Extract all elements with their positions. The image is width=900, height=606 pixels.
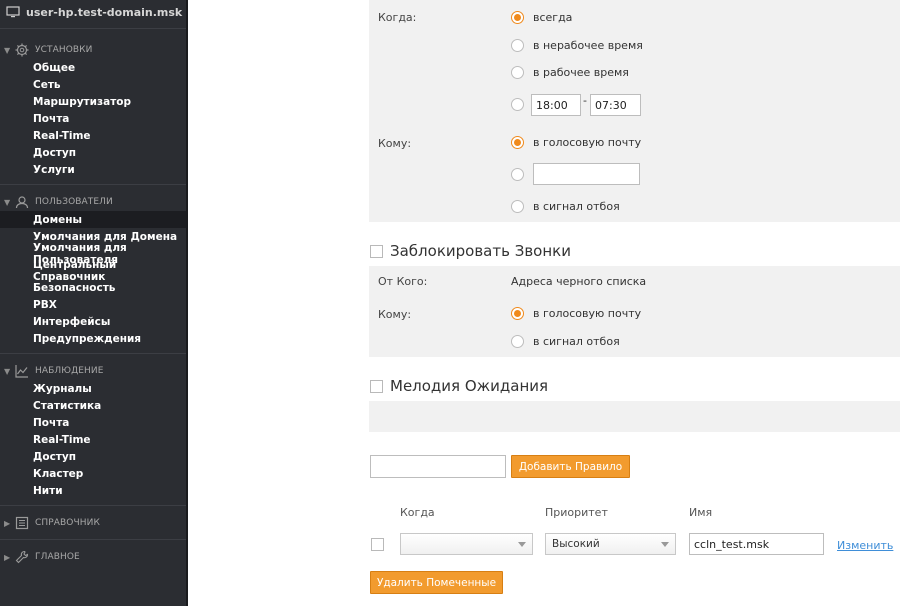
chart-icon <box>14 364 30 378</box>
new-rule-input[interactable] <box>370 455 506 478</box>
section-title: Главное <box>35 552 80 562</box>
when-custom-radio[interactable] <box>511 98 524 111</box>
row-priority-value: Высокий <box>552 538 600 550</box>
sidebar: user-hp.test-domain.msk ▼ Установки Обще… <box>0 0 186 606</box>
hold-music-title: Мелодия Ожидания <box>390 377 549 395</box>
section-main[interactable]: ▶ Главное <box>4 549 80 565</box>
sidebar-item-pbx[interactable]: PBX <box>0 296 186 313</box>
sidebar-item-realtime-monitor[interactable]: Real-Time <box>0 431 186 448</box>
host-header[interactable]: user-hp.test-domain.msk <box>6 2 182 22</box>
sidebar-item-mail-monitor[interactable]: Почта <box>0 414 186 431</box>
col-priority: Приоритет <box>545 506 608 519</box>
sidebar-item-access[interactable]: Доступ <box>0 144 186 161</box>
caret-right-icon: ▶ <box>4 552 11 562</box>
col-name: Имя <box>689 506 713 519</box>
to-busy-label: в сигнал отбоя <box>533 200 620 213</box>
row-edit-link[interactable]: Изменить <box>837 539 893 552</box>
sidebar-item-threads[interactable]: Нити <box>0 482 186 499</box>
row-select-checkbox[interactable] <box>371 538 384 551</box>
sidebar-item-realtime[interactable]: Real-Time <box>0 127 186 144</box>
block-from-value: Адреса черного списка <box>511 275 647 288</box>
hold-music-checkbox[interactable] <box>370 380 383 393</box>
block-calls-checkbox[interactable] <box>370 245 383 258</box>
to-voicemail-label: в голосовую почту <box>533 136 642 149</box>
to-voicemail-radio[interactable] <box>511 136 524 149</box>
time-from-input[interactable]: 18:00 <box>531 94 581 116</box>
col-when: Когда <box>400 506 435 519</box>
dropdown-arrow-icon <box>661 542 669 547</box>
section-title: Пользователи <box>35 197 113 207</box>
section-users[interactable]: ▼ Пользователи <box>4 194 113 210</box>
caret-down-icon: ▼ <box>4 45 11 55</box>
when-label: Когда: <box>378 11 417 24</box>
sidebar-item-statistics[interactable]: Статистика <box>0 397 186 414</box>
section-monitoring[interactable]: ▼ Наблюдение <box>4 363 104 379</box>
block-to-voicemail-label: в голосовую почту <box>533 307 642 320</box>
section-directory[interactable]: ▶ Справочник <box>4 515 100 531</box>
row-when-select[interactable] <box>400 533 533 555</box>
sidebar-item-central-directory[interactable]: Центральный Справочник <box>0 259 186 283</box>
time-to-input[interactable]: 07:30 <box>590 94 641 116</box>
block-to-voicemail-radio[interactable] <box>511 307 524 320</box>
caret-down-icon: ▼ <box>4 366 11 376</box>
block-to-busy-label: в сигнал отбоя <box>533 335 620 348</box>
sidebar-item-access-monitor[interactable]: Доступ <box>0 448 186 465</box>
when-always-label: всегда <box>533 11 573 24</box>
section-title: Справочник <box>35 518 100 528</box>
block-calls-title: Заблокировать Звонки <box>390 242 571 260</box>
when-offhours-label: в нерабочее время <box>533 39 643 52</box>
time-separator: - <box>583 94 587 107</box>
sidebar-item-cluster[interactable]: Кластер <box>0 465 186 482</box>
to-custom-radio[interactable] <box>511 168 524 181</box>
when-offhours-radio[interactable] <box>511 39 524 52</box>
directory-icon <box>14 516 30 530</box>
row-name-input[interactable]: ccln_test.msk <box>689 533 824 555</box>
sidebar-item-interfaces[interactable]: Интерфейсы <box>0 313 186 330</box>
sidebar-item-security[interactable]: Безопасность <box>0 279 186 296</box>
section-title: Установки <box>35 45 93 55</box>
when-workhours-radio[interactable] <box>511 66 524 79</box>
hold-panel <box>369 401 900 432</box>
add-rule-button[interactable]: Добавить Правило <box>511 455 630 478</box>
to-custom-input[interactable] <box>533 163 640 185</box>
caret-down-icon: ▼ <box>4 197 11 207</box>
row-priority-select[interactable]: Высокий <box>545 533 676 555</box>
to-busy-radio[interactable] <box>511 200 524 213</box>
sidebar-item-mail[interactable]: Почта <box>0 110 186 127</box>
to-label: Кому: <box>378 137 412 150</box>
block-to-label: Кому: <box>378 308 412 321</box>
sidebar-item-alerts[interactable]: Предупреждения <box>0 330 186 347</box>
block-from-label: От Кого: <box>378 275 428 288</box>
sidebar-item-general[interactable]: Общее <box>0 59 186 76</box>
dropdown-arrow-icon <box>518 542 526 547</box>
user-icon <box>14 195 30 209</box>
sidebar-item-router[interactable]: Маршрутизатор <box>0 93 186 110</box>
gear-icon <box>14 43 30 57</box>
section-title: Наблюдение <box>35 366 104 376</box>
section-settings[interactable]: ▼ Установки <box>4 42 92 58</box>
block-to-busy-radio[interactable] <box>511 335 524 348</box>
monitor-icon <box>6 6 20 18</box>
host-name: user-hp.test-domain.msk <box>26 5 183 19</box>
sidebar-item-services[interactable]: Услуги <box>0 161 186 178</box>
sidebar-item-network[interactable]: Сеть <box>0 76 186 93</box>
caret-right-icon: ▶ <box>4 518 11 528</box>
wrench-icon <box>14 550 30 564</box>
when-workhours-label: в рабочее время <box>533 66 629 79</box>
delete-selected-button[interactable]: Удалить Помеченные <box>370 571 503 594</box>
sidebar-item-logs[interactable]: Журналы <box>0 380 186 397</box>
sidebar-item-domains[interactable]: Домены <box>0 211 186 228</box>
when-always-radio[interactable] <box>511 11 524 24</box>
